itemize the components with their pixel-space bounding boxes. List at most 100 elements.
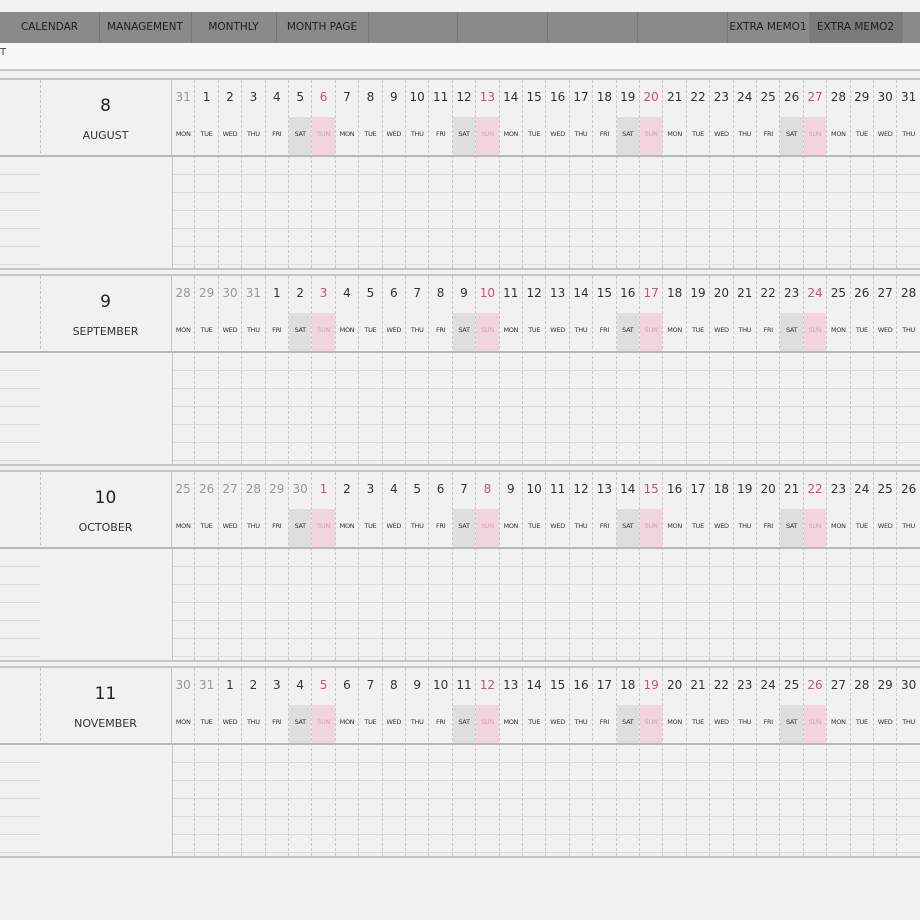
day-column[interactable]: 24 FRI [757, 668, 781, 856]
day-column[interactable]: 9 THU [406, 668, 430, 856]
day-column[interactable]: 11 SAT [452, 668, 477, 856]
day-column[interactable]: 28 MON [172, 276, 196, 464]
day-column[interactable]: 17 THU [570, 80, 594, 268]
day-column[interactable]: 5 TUE [359, 276, 383, 464]
day-column[interactable]: 18 WED [710, 472, 734, 660]
day-column[interactable]: 15 SUN [640, 472, 664, 660]
day-column[interactable]: 13 FRI [593, 472, 617, 660]
day-column[interactable]: 25 FRI [757, 80, 781, 268]
day-column[interactable]: 8 FRI [429, 276, 453, 464]
tab-monthly[interactable]: MONTHLY [191, 12, 277, 43]
day-column[interactable]: 10 FRI [429, 668, 453, 856]
day-column[interactable]: 12 THU [570, 472, 594, 660]
day-column[interactable]: 7 THU [406, 276, 430, 464]
day-column[interactable]: 25 MON [827, 276, 851, 464]
day-column[interactable]: 27 WED [219, 472, 243, 660]
day-column[interactable]: 15 TUE [523, 80, 547, 268]
day-column[interactable]: 12 SAT [452, 80, 477, 268]
day-column[interactable]: 14 MON [500, 80, 523, 268]
day-column[interactable]: 18 FRI [593, 80, 617, 268]
day-column[interactable]: 30 MON [172, 668, 196, 856]
day-column[interactable]: 26 SUN [803, 668, 828, 856]
tab-management[interactable]: MANAGEMENT [99, 12, 192, 43]
day-column[interactable]: 29 TUE [195, 276, 219, 464]
day-column[interactable]: 6 MON [336, 668, 360, 856]
day-column[interactable]: 1 TUE [195, 80, 219, 268]
day-column[interactable]: 1 FRI [266, 276, 289, 464]
day-column[interactable]: 4 MON [336, 276, 360, 464]
day-column[interactable]: 4 WED [383, 472, 406, 660]
day-column[interactable]: 21 TUE [687, 668, 711, 856]
day-column[interactable]: 7 SAT [452, 472, 477, 660]
day-column[interactable]: 29 FRI [266, 472, 289, 660]
day-column[interactable]: 15 WED [546, 668, 570, 856]
day-column[interactable]: 21 THU [734, 276, 757, 464]
day-column[interactable]: 4 FRI [266, 80, 289, 268]
day-column[interactable]: 31 THU [242, 276, 266, 464]
day-column[interactable]: 9 SAT [452, 276, 477, 464]
day-column[interactable]: 18 SAT [616, 668, 640, 856]
day-column[interactable]: 7 TUE [359, 668, 383, 856]
day-column[interactable]: 23 SAT [780, 276, 804, 464]
tab-extra-memo1[interactable]: EXTRA MEMO1 [727, 12, 810, 43]
day-column[interactable]: 8 SUN [476, 472, 500, 660]
day-column[interactable]: 11 WED [546, 472, 570, 660]
day-column[interactable]: 8 TUE [359, 80, 383, 268]
day-column[interactable]: 27 MON [827, 668, 851, 856]
day-column[interactable]: 10 THU [406, 80, 430, 268]
day-column[interactable]: 25 SAT [780, 668, 804, 856]
day-column[interactable]: 20 FRI [757, 472, 781, 660]
day-column[interactable]: 26 THU [897, 472, 920, 660]
day-column[interactable]: 17 SUN [640, 276, 664, 464]
day-column[interactable]: 19 TUE [687, 276, 711, 464]
day-column[interactable]: 25 WED [874, 472, 898, 660]
day-column[interactable]: 11 FRI [429, 80, 453, 268]
day-column[interactable]: 24 TUE [851, 472, 874, 660]
day-column[interactable]: 29 TUE [851, 80, 874, 268]
day-column[interactable]: 3 SUN [312, 276, 336, 464]
day-column[interactable]: 30 WED [874, 80, 898, 268]
day-column[interactable]: 5 SUN [312, 668, 336, 856]
day-column[interactable]: 11 MON [500, 276, 523, 464]
day-column[interactable]: 5 SAT [289, 80, 313, 268]
day-column[interactable]: 26 TUE [851, 276, 874, 464]
day-column[interactable]: 9 MON [500, 472, 523, 660]
day-column[interactable]: 23 WED [710, 80, 734, 268]
day-column[interactable]: 16 SAT [616, 276, 640, 464]
day-column[interactable]: 13 MON [500, 668, 523, 856]
day-column[interactable]: 30 SAT [289, 472, 313, 660]
day-column[interactable]: 30 WED [219, 276, 243, 464]
day-column[interactable]: 13 SUN [476, 80, 500, 268]
day-column[interactable]: 6 FRI [429, 472, 453, 660]
day-column[interactable]: 20 MON [663, 668, 687, 856]
day-column[interactable]: 29 WED [874, 668, 898, 856]
day-column[interactable]: 7 MON [336, 80, 360, 268]
day-column[interactable]: 16 MON [663, 472, 687, 660]
day-column[interactable]: 22 WED [710, 668, 734, 856]
day-column[interactable]: 28 THU [897, 276, 920, 464]
day-column[interactable]: 23 THU [734, 668, 757, 856]
day-column[interactable]: 10 SUN [476, 276, 500, 464]
day-column[interactable]: 20 WED [710, 276, 734, 464]
day-column[interactable]: 16 WED [546, 80, 570, 268]
day-column[interactable]: 2 THU [242, 668, 266, 856]
day-column[interactable]: 22 TUE [687, 80, 711, 268]
day-column[interactable]: 31 THU [897, 80, 920, 268]
day-column[interactable]: 20 SUN [640, 80, 664, 268]
day-column[interactable]: 26 TUE [195, 472, 219, 660]
day-column[interactable]: 16 THU [570, 668, 594, 856]
day-column[interactable]: 12 SUN [476, 668, 500, 856]
day-column[interactable]: 28 MON [827, 80, 851, 268]
day-column[interactable]: 10 TUE [523, 472, 547, 660]
day-column[interactable]: 15 FRI [593, 276, 617, 464]
day-column[interactable]: 2 WED [219, 80, 243, 268]
tab-extra-memo2[interactable]: EXTRA MEMO2 [809, 12, 903, 43]
day-column[interactable]: 26 SAT [780, 80, 804, 268]
day-column[interactable]: 21 SAT [780, 472, 804, 660]
day-column[interactable]: 14 SAT [616, 472, 640, 660]
day-column[interactable]: 24 THU [734, 80, 757, 268]
day-column[interactable]: 23 MON [827, 472, 851, 660]
day-column[interactable]: 3 THU [242, 80, 266, 268]
day-column[interactable]: 28 THU [242, 472, 266, 660]
day-column[interactable]: 3 FRI [266, 668, 289, 856]
